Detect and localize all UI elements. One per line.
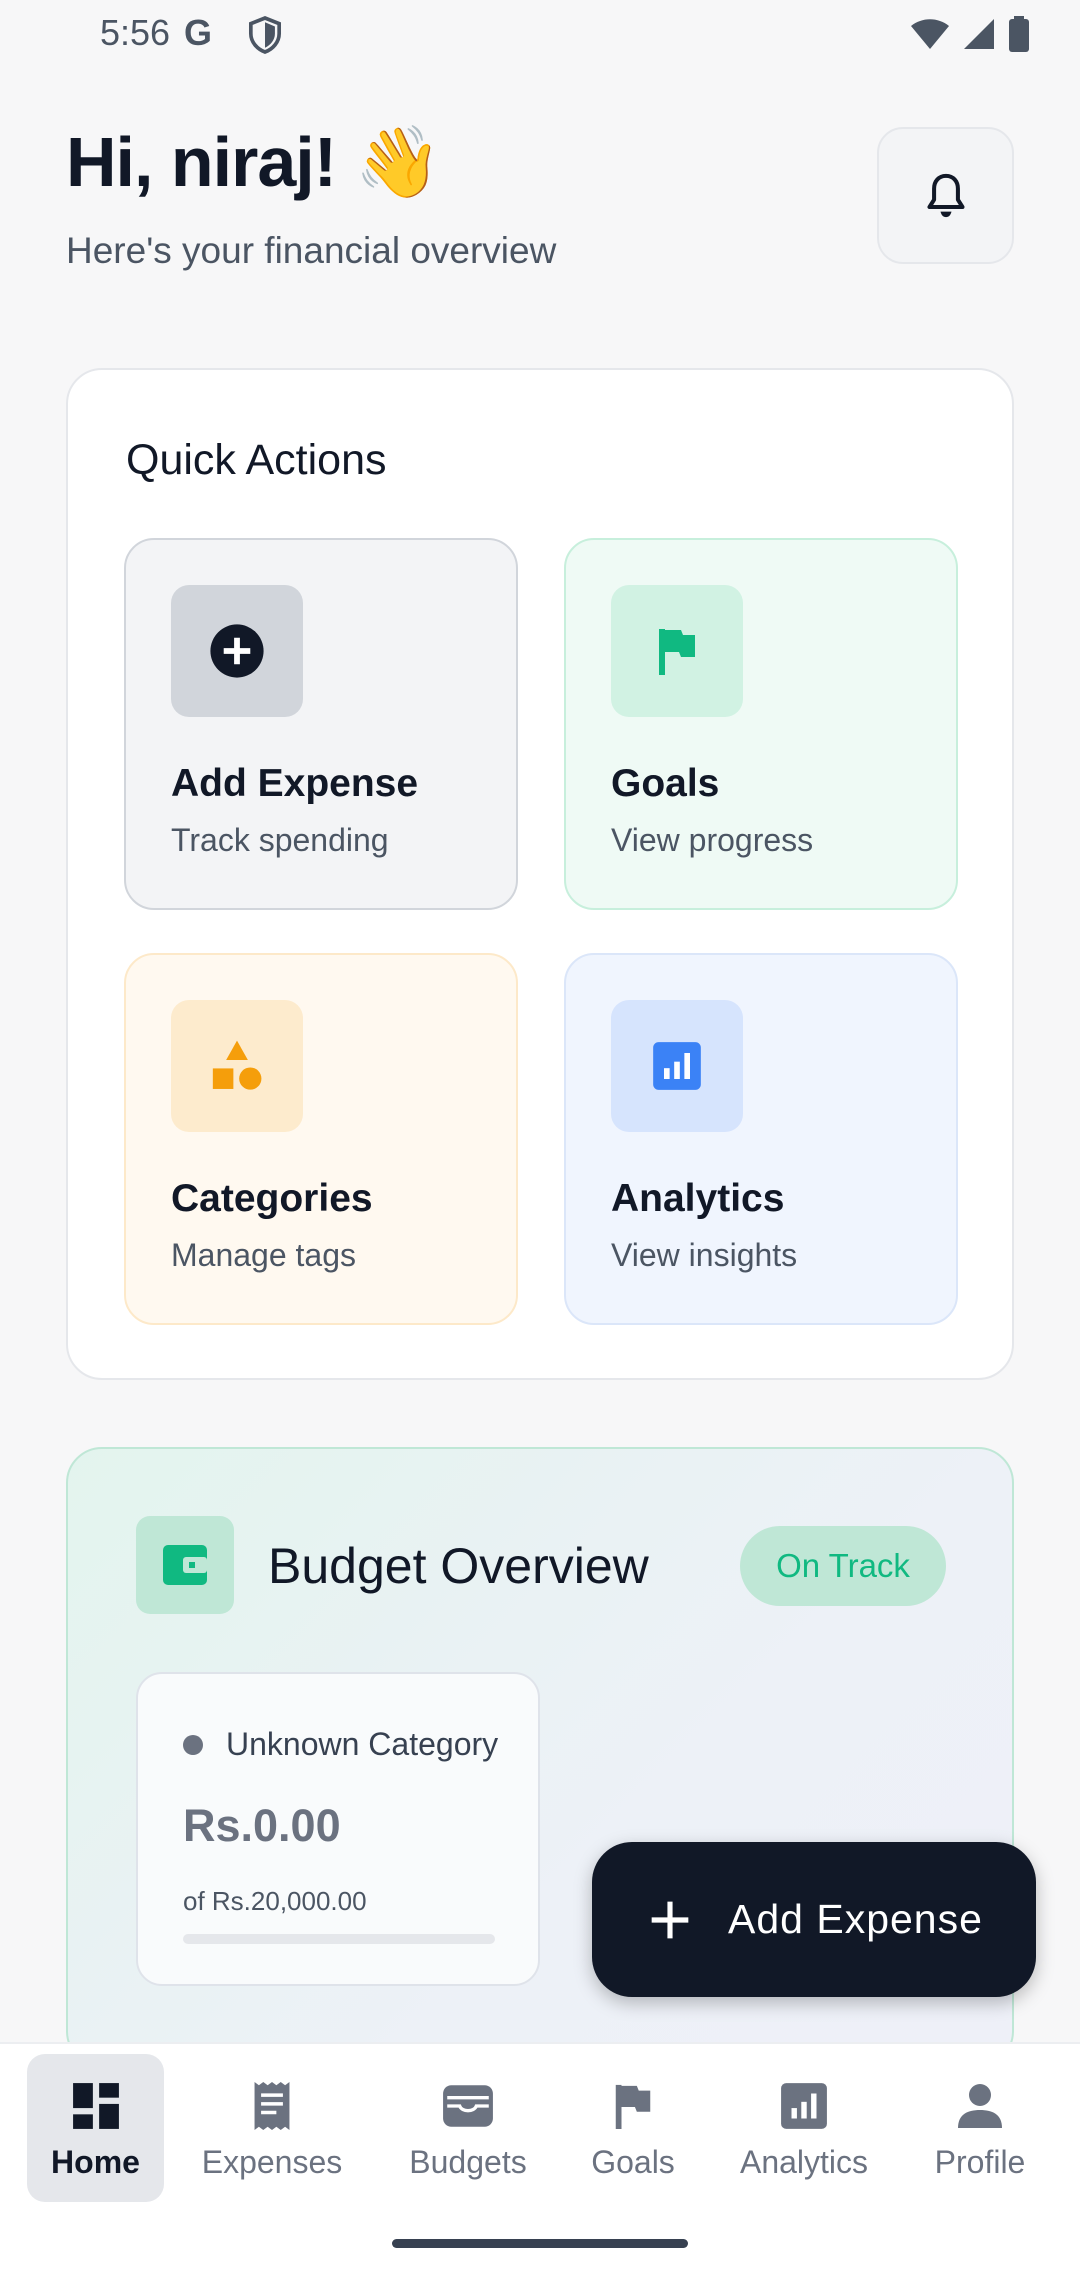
shapes-icon — [212, 1040, 262, 1090]
greeting-title: Hi, niraj! 👋 — [66, 123, 442, 201]
quick-action-goals[interactable]: Goals View progress — [564, 538, 958, 910]
flag-icon — [659, 629, 695, 675]
category-spent: Rs.0.00 — [183, 1800, 341, 1851]
nav-item-profile[interactable]: Profile — [920, 2054, 1040, 2202]
notifications-button[interactable] — [877, 127, 1014, 264]
status-time: 5:56 — [100, 12, 171, 53]
nav-item-home[interactable]: Home — [27, 2054, 164, 2202]
receipt-icon — [254, 2082, 290, 2130]
tile-subtitle: Manage tags — [171, 1237, 357, 1273]
fab-label: Add Expense — [728, 1896, 983, 1942]
home-indicator[interactable] — [392, 2239, 688, 2248]
plus-icon — [651, 1901, 689, 1938]
category-name: Unknown Category — [226, 1726, 499, 1762]
nav-label: Profile — [934, 2144, 1026, 2180]
battery-icon — [1009, 16, 1029, 52]
nav-item-budgets[interactable]: Budgets — [398, 2054, 538, 2202]
tile-subtitle: Track spending — [171, 822, 389, 858]
nav-label: Goals — [591, 2144, 675, 2180]
plus-circle-icon — [210, 624, 264, 678]
bell-icon — [926, 173, 965, 217]
person-icon — [958, 2084, 1002, 2128]
nav-item-analytics[interactable]: Analytics — [730, 2054, 878, 2202]
wifi-icon — [911, 19, 949, 49]
quick-action-add-expense[interactable]: Add Expense Track spending — [124, 538, 518, 910]
category-limit: of Rs.20,000.00 — [183, 1886, 367, 1916]
category-progress-bar — [183, 1934, 495, 1944]
tile-subtitle: View insights — [611, 1237, 798, 1273]
bar-chart-icon — [781, 2083, 827, 2129]
tile-title: Goals — [611, 762, 720, 805]
budget-category-card[interactable]: Unknown Category Rs.0.00 of Rs.20,000.00 — [136, 1672, 540, 1986]
nav-item-goals[interactable]: Goals — [584, 2054, 682, 2202]
flag-icon — [615, 2084, 651, 2129]
category-color-dot — [183, 1735, 203, 1755]
google-icon: G — [184, 12, 213, 53]
quick-actions-title: Quick Actions — [126, 436, 387, 484]
nav-label: Analytics — [739, 2144, 869, 2180]
quick-action-categories[interactable]: Categories Manage tags — [124, 953, 518, 1325]
tile-subtitle: View progress — [611, 822, 814, 858]
quick-actions-card: Quick Actions Add Expense Track spending… — [66, 368, 1014, 1380]
tile-title: Categories — [171, 1177, 373, 1220]
shield-icon — [248, 16, 282, 54]
quick-action-analytics[interactable]: Analytics View insights — [564, 953, 958, 1325]
tile-title: Analytics — [611, 1177, 785, 1220]
nav-item-expenses[interactable]: Expenses — [186, 2054, 358, 2202]
bar-chart-icon — [653, 1042, 701, 1090]
status-icons — [910, 16, 1030, 52]
dashboard-icon — [72, 2083, 119, 2129]
nav-label: Budgets — [409, 2144, 527, 2180]
budget-overview-title: Budget Overview — [268, 1538, 649, 1594]
tile-title: Add Expense — [171, 762, 419, 805]
add-expense-fab[interactable]: Add Expense — [592, 1842, 1036, 1997]
signal-icon — [964, 19, 994, 49]
greeting-subtitle: Here's your financial overview — [66, 230, 557, 271]
status-badge: On Track — [740, 1526, 946, 1606]
nav-label: Home — [51, 2144, 140, 2180]
nav-label: Expenses — [201, 2144, 343, 2180]
status-bar: 5:56 G — [0, 0, 1080, 70]
wallet-icon — [163, 1545, 207, 1585]
wallet-icon — [443, 2085, 493, 2127]
